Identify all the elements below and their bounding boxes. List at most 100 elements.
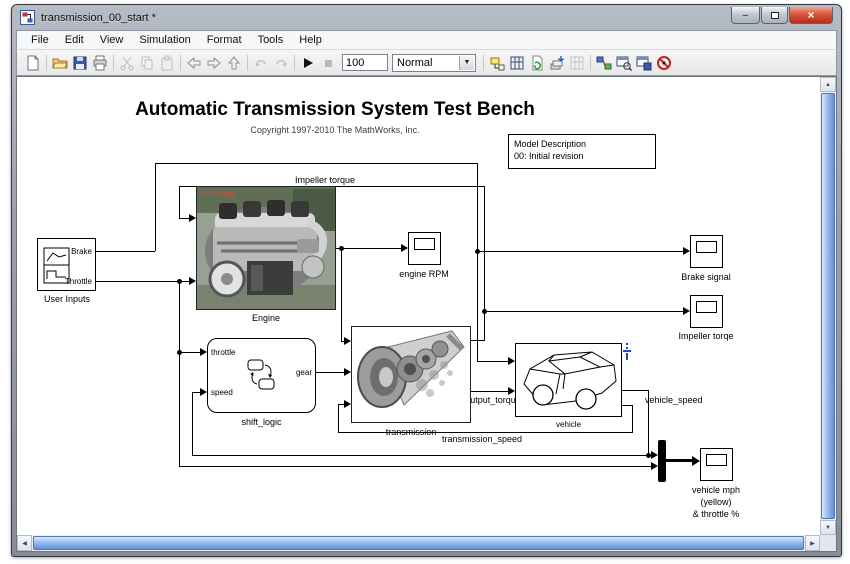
impeller-torque-scope-label[interactable]: Impeller torqe xyxy=(656,331,756,341)
transmission-label[interactable]: transmission xyxy=(351,427,471,437)
copy-icon[interactable] xyxy=(137,53,157,73)
signal-wire[interactable] xyxy=(477,361,508,362)
brake-signal-scope-block[interactable] xyxy=(690,235,723,268)
start-simulation-icon[interactable] xyxy=(298,53,318,73)
menu-view[interactable]: View xyxy=(92,32,132,48)
close-button[interactable]: × xyxy=(789,7,833,24)
update-diagram-icon[interactable] xyxy=(527,53,547,73)
signal-wire[interactable] xyxy=(192,392,200,393)
vehicle-mph-label-2[interactable]: (yellow) xyxy=(666,497,766,507)
vertical-scrollbar[interactable]: ▲ ▼ xyxy=(820,77,836,535)
navigate-forward-icon[interactable] xyxy=(204,53,224,73)
signal-logging-icon[interactable] xyxy=(622,343,632,360)
maximize-button[interactable] xyxy=(761,7,788,24)
redo-icon[interactable] xyxy=(271,53,291,73)
build-icon[interactable] xyxy=(547,53,567,73)
wire-arrowhead xyxy=(651,462,658,470)
save-workspace-icon[interactable] xyxy=(634,53,654,73)
signal-wire[interactable] xyxy=(179,281,180,466)
library-icon[interactable] xyxy=(507,53,527,73)
horizontal-scroll-thumb[interactable] xyxy=(33,536,804,550)
signal-wire[interactable] xyxy=(622,405,632,406)
scroll-left-icon[interactable]: ◀ xyxy=(17,535,32,551)
zoom-input[interactable] xyxy=(342,54,388,71)
print-icon[interactable] xyxy=(90,53,110,73)
new-icon[interactable] xyxy=(23,53,43,73)
signal-wire[interactable] xyxy=(477,251,683,252)
menu-edit[interactable]: Edit xyxy=(57,32,92,48)
undo-icon[interactable] xyxy=(251,53,271,73)
signal-wire[interactable] xyxy=(484,311,683,312)
signal-wire[interactable] xyxy=(179,466,651,467)
horizontal-scrollbar[interactable]: ◀ ▶ xyxy=(17,535,820,551)
engine-rpm-label[interactable]: engine RPM xyxy=(374,269,474,279)
signal-label-vehicle-speed[interactable]: vehicle_speed xyxy=(645,395,703,405)
library-browser-icon[interactable] xyxy=(594,53,614,73)
signal-wire[interactable] xyxy=(179,218,189,219)
paste-icon[interactable] xyxy=(157,53,177,73)
refresh-disabled-icon[interactable] xyxy=(567,53,587,73)
navigate-up-icon[interactable] xyxy=(224,53,244,73)
vehicle-mph-label-3[interactable]: & throttle % xyxy=(666,509,766,519)
port-label-throttle: Throttle xyxy=(50,277,92,286)
menu-simulation[interactable]: Simulation xyxy=(131,32,198,48)
model-explorer-icon[interactable] xyxy=(614,53,634,73)
save-icon[interactable] xyxy=(70,53,90,73)
transmission-block[interactable] xyxy=(351,326,471,423)
menu-tools[interactable]: Tools xyxy=(250,32,292,48)
signal-wire[interactable] xyxy=(632,405,633,432)
model-browser-icon[interactable] xyxy=(487,53,507,73)
vehicle-mph-label-1[interactable]: vehicle mph xyxy=(666,485,766,495)
minimize-button[interactable]: – xyxy=(731,7,760,24)
impeller-torque-scope-block[interactable] xyxy=(690,295,723,328)
engine-label[interactable]: Engine xyxy=(196,313,336,323)
user-inputs-label[interactable]: User Inputs xyxy=(17,294,117,304)
signal-wire[interactable] xyxy=(155,163,156,251)
dropdown-arrow-icon[interactable]: ▼ xyxy=(459,56,474,70)
signal-wire[interactable] xyxy=(192,455,651,456)
model-description-annotation[interactable]: Model Description 00: Initial revision xyxy=(508,134,656,169)
sim-mode-dropdown[interactable]: Normal ▼ xyxy=(392,54,476,72)
menu-file[interactable]: File xyxy=(23,32,57,48)
brake-signal-label[interactable]: Brake signal xyxy=(656,272,756,282)
signal-wire[interactable] xyxy=(96,281,189,282)
mux-block[interactable] xyxy=(658,440,666,482)
port-label-gear: gear xyxy=(262,368,312,377)
navigate-back-icon[interactable] xyxy=(184,53,204,73)
scroll-down-icon[interactable]: ▼ xyxy=(820,520,836,535)
engine-rpm-scope-block[interactable] xyxy=(408,232,441,265)
signal-wire[interactable] xyxy=(155,163,478,164)
engine-block[interactable]: technology xyxy=(196,186,336,310)
scrollbar-corner xyxy=(820,535,836,551)
menu-format[interactable]: Format xyxy=(199,32,250,48)
signal-wire[interactable] xyxy=(341,248,342,341)
scroll-up-icon[interactable]: ▲ xyxy=(820,77,836,92)
shift-logic-label[interactable]: shift_logic xyxy=(207,417,316,427)
titlebar[interactable]: transmission_00_start * – × xyxy=(16,5,837,30)
signal-label-impeller-torque[interactable]: Impeller torque xyxy=(270,175,380,185)
stop-simulation-icon[interactable] xyxy=(318,53,338,73)
vehicle-label[interactable]: vehicle xyxy=(515,420,622,429)
debug-stop-icon[interactable] xyxy=(654,53,674,73)
signal-wire[interactable] xyxy=(192,392,193,455)
signal-wire[interactable] xyxy=(471,340,485,341)
signal-wire[interactable] xyxy=(477,163,478,361)
wire-arrowhead xyxy=(683,307,690,315)
signal-wire[interactable] xyxy=(316,372,344,373)
menu-help[interactable]: Help xyxy=(291,32,330,48)
open-icon[interactable] xyxy=(50,53,70,73)
signal-wire[interactable] xyxy=(179,352,200,353)
signal-wire[interactable] xyxy=(336,248,401,249)
vehicle-block[interactable] xyxy=(515,343,622,417)
cut-icon[interactable] xyxy=(117,53,137,73)
scroll-right-icon[interactable]: ▶ xyxy=(805,535,820,551)
signal-wire[interactable] xyxy=(179,186,180,218)
mux-output-wire[interactable] xyxy=(666,459,692,462)
signal-wire[interactable] xyxy=(484,186,485,340)
signal-wire[interactable] xyxy=(338,404,339,432)
signal-wire[interactable] xyxy=(471,391,508,392)
vehicle-mph-scope-block[interactable] xyxy=(700,448,733,481)
signal-wire[interactable] xyxy=(622,390,648,391)
vertical-scroll-thumb[interactable] xyxy=(821,93,835,519)
signal-wire[interactable] xyxy=(96,251,155,252)
